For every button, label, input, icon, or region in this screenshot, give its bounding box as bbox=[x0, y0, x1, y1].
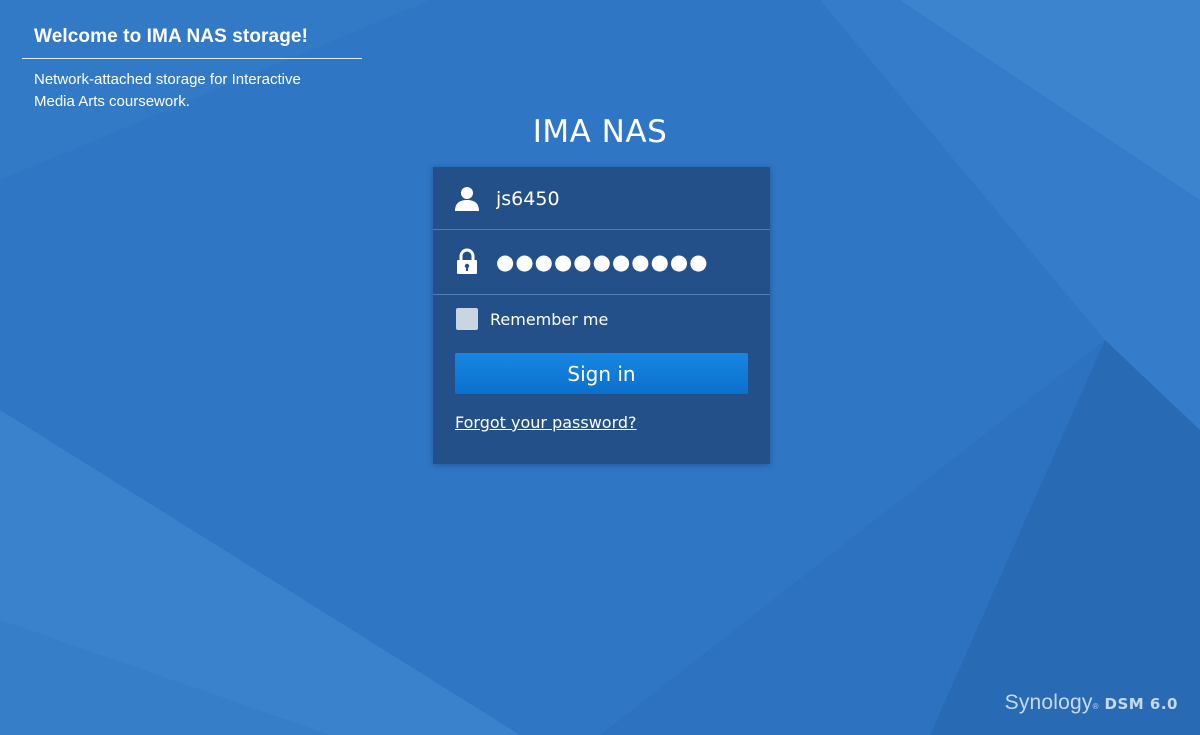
brand-logo: Synology ® DSM 6.0 bbox=[1005, 691, 1178, 715]
dsm-version: DSM 6.0 bbox=[1104, 695, 1178, 713]
login-form: ●●●●●●●●●●● Remember me Sign in Forgot y… bbox=[433, 167, 770, 464]
password-row: ●●●●●●●●●●● bbox=[433, 230, 770, 295]
username-field[interactable] bbox=[496, 181, 751, 217]
app-title: IMA NAS bbox=[532, 114, 668, 150]
password-field[interactable]: ●●●●●●●●●●● bbox=[496, 250, 709, 274]
welcome-description: Network-attached storage for Interactive… bbox=[34, 71, 301, 110]
lock-icon bbox=[457, 248, 477, 274]
registered-mark: ® bbox=[1092, 702, 1099, 711]
remember-me-checkbox[interactable] bbox=[456, 308, 478, 330]
remember-me-label: Remember me bbox=[490, 309, 609, 329]
welcome-title: Welcome to IMA NAS storage! bbox=[22, 22, 362, 59]
forgot-password-link[interactable]: Forgot your password? bbox=[455, 413, 637, 432]
welcome-message: Welcome to IMA NAS storage! Network-atta… bbox=[22, 22, 362, 113]
remember-me[interactable]: Remember me bbox=[456, 308, 608, 330]
username-row bbox=[433, 167, 770, 230]
user-icon bbox=[455, 187, 479, 211]
sign-in-button[interactable]: Sign in bbox=[455, 353, 748, 394]
synology-logo: Synology bbox=[1004, 691, 1093, 714]
